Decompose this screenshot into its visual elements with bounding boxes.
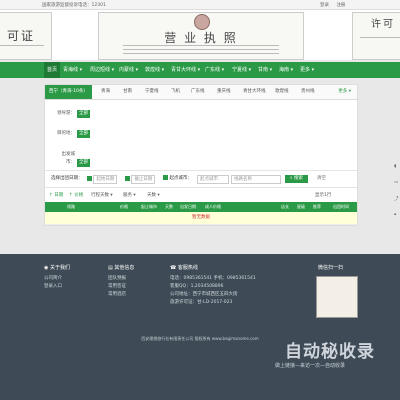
col-days: 天数 xyxy=(165,204,173,209)
filter-option-all[interactable]: 全部 xyxy=(77,159,90,167)
end-date-input[interactable]: 截止日期 xyxy=(131,175,156,184)
table-header: 线路 价格 起止城市 天数 出发日期 成人价格 店长 星级 推荐 出团时间 xyxy=(45,202,357,212)
tab-qinggan-loop[interactable]: 青甘大环线 xyxy=(243,85,266,99)
contact-line: 旅游许可证：甘-LD-2017-023 xyxy=(170,300,233,305)
phone-icon: ☎ xyxy=(170,265,177,271)
tab-qinghai[interactable]: 青海 xyxy=(101,85,110,99)
headset-icon[interactable]: ◖ xyxy=(394,164,400,170)
col-city: 起止城市 xyxy=(141,204,157,209)
register-link[interactable]: 注册 xyxy=(336,3,345,8)
license-cert-right: 许可 xyxy=(352,12,400,60)
footer-qr-title: 微信扫一扫 xyxy=(318,265,344,271)
footer-link[interactable]: 登录入口 xyxy=(44,283,70,291)
route-search-panel: 西宁（青海-10条） 青海 甘南 宁夏线 飞机 广东线 重庆线 青甘大环线 敦煌… xyxy=(44,84,358,226)
filter-row: 领导游： 全部 xyxy=(53,110,90,118)
col-route: 线路 xyxy=(67,204,75,209)
col-tour-time: 出团时间 xyxy=(333,204,349,209)
sort-days[interactable]: 行程天数 ▾ xyxy=(91,192,113,199)
display-toggle[interactable]: 显示1行 xyxy=(315,192,331,199)
footer-about: ◉ 关于我们 公司简介 登录入口 xyxy=(44,265,70,291)
chat-icon[interactable]: ▭ xyxy=(394,180,400,186)
col-price: 价格 xyxy=(120,204,128,209)
tab-xining[interactable]: 西宁（青海-10条） xyxy=(45,85,92,99)
filter-option-all[interactable]: 全部 xyxy=(77,130,90,138)
calendar-icon xyxy=(163,175,168,180)
filter-label: 出发城市： xyxy=(61,152,76,165)
tab-chongqing[interactable]: 重庆线 xyxy=(217,85,231,99)
col-manager: 店长 xyxy=(281,204,289,209)
tab-gannan[interactable]: 甘南 xyxy=(123,85,132,99)
tab-dunhuang[interactable]: 敦煌线 xyxy=(275,85,289,99)
contact-line: 电话：0985361541 手机：0985361541 xyxy=(170,276,256,281)
login-link[interactable]: 登录 xyxy=(320,3,329,8)
start-date-input[interactable]: 起始日期 xyxy=(93,175,118,184)
license-banner: 可证 营 业 执 照 许可 xyxy=(0,10,400,60)
col-rating: 星级 xyxy=(297,204,305,209)
footer-info: ▤ 其他信息 团队预报 常用签证 常用酒店 xyxy=(108,265,135,299)
nav-item[interactable]: 青海线 ▾ xyxy=(63,62,82,78)
business-license: 营 业 执 照 xyxy=(98,12,304,60)
sort-row: ↑ 日期 ↑ 价格 行程天数 ▾ 服务 ▾ 天数 ▾ 显示1行 xyxy=(45,187,357,202)
top-arrow-icon[interactable]: ▴ xyxy=(394,212,400,218)
nav-item[interactable]: 周边短线 ▾ xyxy=(90,62,114,78)
watermark: 自动秘收录 做上链接—来访一次—自动收录 xyxy=(275,342,375,369)
complaint-hotline: 国家旅游监督投诉电话：12301 xyxy=(42,3,106,8)
nav-item[interactable]: 敦煌线 ▾ xyxy=(145,62,164,78)
city-label: 起点城市： xyxy=(169,176,192,181)
contact-line: 公司地址：西宁市城西区五四大街 xyxy=(170,292,238,297)
share-icon[interactable]: ⤴ xyxy=(394,196,400,202)
nav-item[interactable]: 更多 ▾ xyxy=(300,62,314,78)
nav-item[interactable]: 首页 xyxy=(44,62,61,78)
wechat-qr-code xyxy=(316,276,358,318)
national-emblem-icon xyxy=(194,14,210,30)
sort-price[interactable]: ↑ 价格 xyxy=(69,192,83,199)
calendar-icon[interactable] xyxy=(125,176,130,181)
filter-label: 领导游： xyxy=(57,111,75,116)
footer-link[interactable]: 公司简介 xyxy=(44,275,70,283)
route-tabs: 西宁（青海-10条） 青海 甘南 宁夏线 飞机 广东线 重庆线 青甘大环线 敦煌… xyxy=(45,85,357,100)
tabs-more-button[interactable]: 更多 ▾ xyxy=(338,85,351,99)
footer-link[interactable]: 团队预报 xyxy=(108,275,134,283)
filter-row: 目的地： 全部 xyxy=(53,130,90,138)
search-icon: ⌕ xyxy=(290,176,293,181)
footer-contact: ☎ 客服热线 电话：0985361541 手机：0985361541 客服QQ：… xyxy=(170,265,256,305)
col-recommend: 推荐 xyxy=(313,204,321,209)
filter-area: 领导游： 全部 目的地： 全部 出发城市： 全部 xyxy=(45,100,357,170)
tab-plane[interactable]: 飞机 xyxy=(171,85,180,99)
auth-links: 登录 注册 xyxy=(320,2,351,8)
sort-date[interactable]: ↑ 日期 xyxy=(49,192,63,199)
filter-row: 出发城市： 全部 xyxy=(53,151,90,167)
reset-link[interactable]: 清空 xyxy=(317,175,326,183)
nav-item[interactable]: 海南 ▾ xyxy=(279,62,293,78)
nav-item[interactable]: 宁夏线 ▾ xyxy=(232,62,251,78)
main-nav: 首页 青海线 ▾ 周边短线 ▾ 内蒙线 ▾ 敦煌线 ▾ 青甘大环线 ▾ 广东线 … xyxy=(0,62,400,78)
nav-item[interactable]: 广东线 ▾ xyxy=(205,62,224,78)
list-icon: ▤ xyxy=(108,265,113,271)
info-icon: ◉ xyxy=(44,265,49,271)
col-adult-price: 成人价格 xyxy=(205,204,221,209)
tab-ningxia[interactable]: 宁夏线 xyxy=(145,85,159,99)
sort-duration[interactable]: 天数 ▾ xyxy=(147,192,160,199)
col-departure: 出发日期 xyxy=(180,204,196,209)
filter-label: 目的地： xyxy=(57,131,75,136)
nav-item[interactable]: 内蒙线 ▾ xyxy=(119,62,138,78)
city-input[interactable]: 起点城市 xyxy=(197,175,229,184)
tab-guizhou[interactable]: 贵州线 xyxy=(301,85,315,99)
calendar-icon[interactable] xyxy=(87,176,92,181)
nav-item[interactable]: 甘南 ▾ xyxy=(258,62,272,78)
search-button[interactable]: ⌕ 搜索 xyxy=(285,175,308,183)
filter-option-all[interactable]: 全部 xyxy=(77,110,90,118)
footer-link[interactable]: 常用签证 xyxy=(108,283,134,291)
empty-message: 暂无数据 xyxy=(45,212,357,225)
tab-guangdong[interactable]: 广东线 xyxy=(191,85,205,99)
keyword-input[interactable]: 线路名称 xyxy=(231,175,281,184)
sort-service[interactable]: 服务 ▾ xyxy=(123,192,136,199)
date-label: 选择出团日期： xyxy=(51,176,83,181)
contact-line: 客服QQ：1,2034508896 xyxy=(170,284,224,289)
top-bar: 国家旅游监督投诉电话：12301 登录 注册 xyxy=(0,0,400,10)
license-cert-left: 可证 xyxy=(0,12,52,60)
search-row: 选择出团日期： 起始日期 截止日期 起点城市： 起点城市 线路名称 ⌕ 搜索 清… xyxy=(45,170,357,187)
footer-link[interactable]: 常用酒店 xyxy=(108,291,134,299)
nav-item[interactable]: 青甘大环线 ▾ xyxy=(171,62,200,78)
